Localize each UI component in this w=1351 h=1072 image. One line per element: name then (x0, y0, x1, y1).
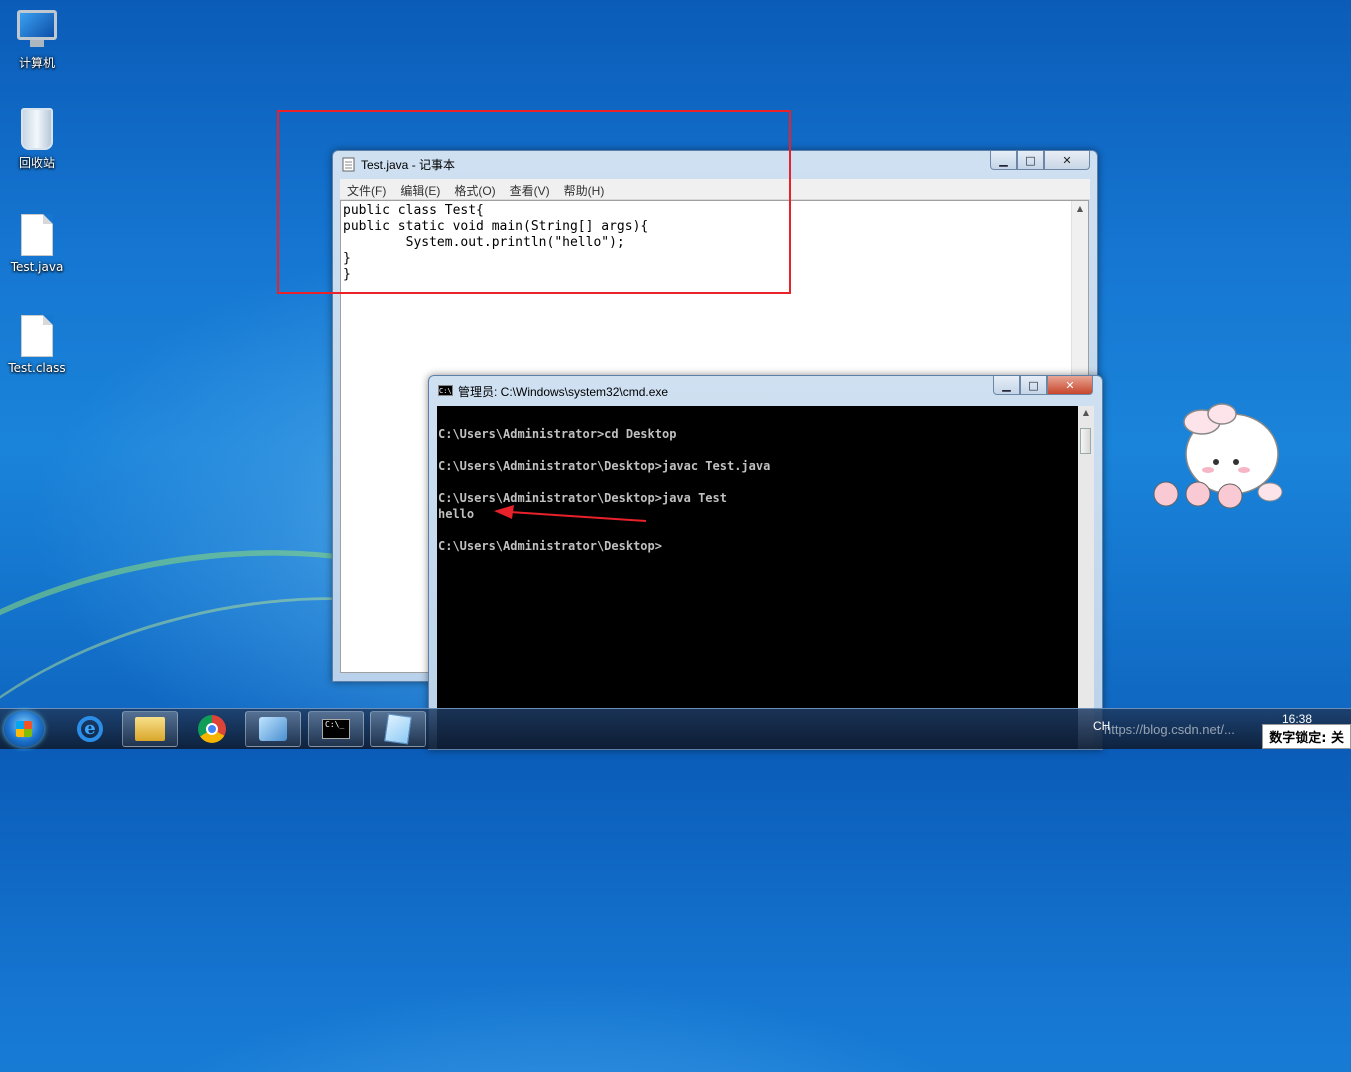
folder-icon (135, 717, 165, 741)
bunny-sticker (1153, 403, 1283, 509)
network-app-icon (259, 717, 287, 741)
taskbar-chrome-button[interactable] (184, 711, 240, 747)
windows-logo-icon (16, 721, 32, 737)
taskbar: e C:\_ CH https://blog.csdn.net/... 16:3… (0, 708, 1351, 749)
taskbar-cmd-button[interactable]: C:\_ (308, 711, 364, 747)
start-button[interactable] (4, 711, 44, 747)
chrome-icon (198, 715, 226, 743)
system-tray: CH https://blog.csdn.net/... 16:38 数字锁定:… (1086, 709, 1351, 749)
taskbar-notepad-button[interactable] (370, 711, 426, 747)
taskbar-ie-button[interactable]: e (62, 711, 118, 747)
taskbar-network-button[interactable] (245, 711, 301, 747)
watermark-text: https://blog.csdn.net/... (1104, 722, 1235, 737)
taskbar-explorer-button[interactable] (122, 711, 178, 747)
numlock-status: 数字锁定: 关 (1262, 724, 1351, 749)
internet-explorer-icon: e (77, 716, 103, 742)
notepad-icon (384, 713, 412, 745)
arrow-annotation (494, 505, 647, 522)
cmd-icon: C:\_ (322, 719, 350, 739)
